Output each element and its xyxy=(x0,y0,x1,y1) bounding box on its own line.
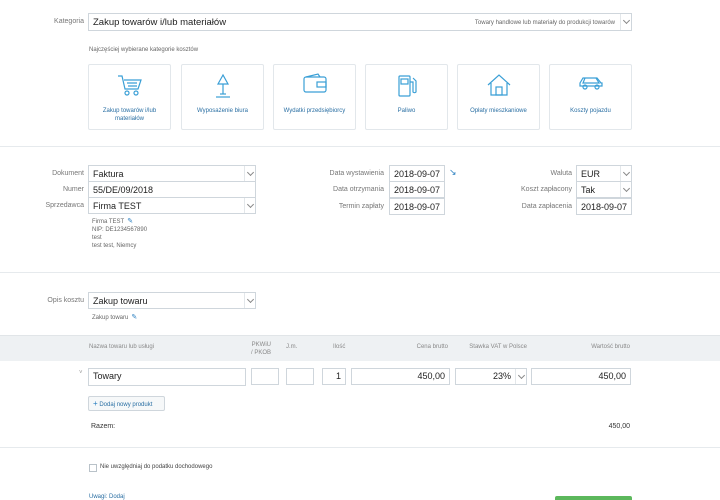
cart-icon xyxy=(117,75,142,96)
chevron-down-icon xyxy=(620,182,631,197)
category-card-goods[interactable]: Zakup towarów i/lub materiałów xyxy=(88,64,171,130)
category-card-fuel[interactable]: Paliwo xyxy=(365,64,448,130)
header-unit: J.m. xyxy=(286,344,298,350)
seller-label: Sprzedawca xyxy=(45,202,84,209)
fuel-pump-icon xyxy=(397,75,417,97)
cost-description-label: Opis kosztu xyxy=(47,297,84,304)
edit-pencil-icon[interactable]: ✎ xyxy=(131,314,137,322)
income-tax-label: Nie uwzględniaj do podatku dochodowego xyxy=(100,464,213,470)
item-gross-value-input[interactable]: 450,00 xyxy=(531,368,631,385)
header-gross-value: Wartość brutto xyxy=(591,344,630,350)
seller-detail-nip: NIP: DE1234567890 xyxy=(92,227,148,233)
recent-categories-heading: Najczęściej wybierane kategorie kosztów xyxy=(89,47,199,53)
currency-label: Waluta xyxy=(550,170,572,177)
due-date-input[interactable]: 2018-09-07 xyxy=(389,198,445,215)
category-hint: Towary handlowe lub materiały do produkc… xyxy=(474,20,615,26)
total-label: Razem: xyxy=(91,423,116,430)
chevron-down-icon xyxy=(244,293,255,308)
chevron-down-icon xyxy=(515,369,526,384)
issue-date-input[interactable]: 2018-09-07 xyxy=(389,165,445,182)
seller-detail-line: test xyxy=(92,235,102,241)
add-product-label: Dodaj nowy produkt xyxy=(99,402,153,408)
total-value: 450,00 xyxy=(608,423,630,430)
category-value: Zakup towarów i/lub materiałów xyxy=(93,17,227,28)
link-arrow-icon[interactable]: ↘ xyxy=(449,167,457,178)
car-icon xyxy=(578,77,603,90)
income-tax-checkbox[interactable] xyxy=(89,464,97,472)
header-pkwiu-line2: / PKOB xyxy=(250,350,271,356)
chevron-down-icon xyxy=(620,166,631,181)
item-vat-select[interactable]: 23% xyxy=(455,368,527,385)
issue-date-label: Data wystawienia xyxy=(329,170,384,177)
category-card-label: Wydatki przedsiębiorcy xyxy=(283,108,346,114)
number-label: Numer xyxy=(62,186,84,193)
section-divider xyxy=(0,272,720,273)
category-card-office[interactable]: Wyposażenie biura xyxy=(181,64,264,130)
item-qty-input[interactable]: 1 xyxy=(322,368,346,385)
category-card-owner-expenses[interactable]: Wydatki przedsiębiorcy xyxy=(273,64,356,130)
category-card-vehicle[interactable]: Koszty pojazdu xyxy=(549,64,632,130)
desk-lamp-icon xyxy=(215,73,230,98)
edit-pencil-icon[interactable]: ✎ xyxy=(127,218,133,226)
currency-value: EUR xyxy=(581,169,601,179)
notes-link[interactable]: Uwagi: Dodaj xyxy=(89,494,125,500)
category-card-label: Opłaty mieszkaniowe xyxy=(470,108,527,114)
row-collapse-toggle[interactable]: ˅ xyxy=(79,370,83,376)
header-vat-rate: Stawka VAT w Polsce xyxy=(469,344,527,350)
chevron-down-icon xyxy=(244,198,255,213)
header-qty: Ilość xyxy=(333,344,346,350)
item-vat-value: 23% xyxy=(492,371,511,381)
currency-select[interactable]: EUR xyxy=(576,165,632,182)
header-pkwiu: PKWiU / PKOB xyxy=(249,341,271,357)
cost-description-select[interactable]: Zakup towaru xyxy=(88,292,256,309)
paid-value: Tak xyxy=(581,185,596,195)
section-divider xyxy=(0,146,720,147)
cost-description-value: Zakup towaru xyxy=(93,296,148,306)
category-label: Kategoria xyxy=(54,18,84,25)
paid-select[interactable]: Tak xyxy=(576,181,632,198)
document-type-select[interactable]: Faktura xyxy=(88,165,256,182)
item-unit-input[interactable] xyxy=(286,368,314,385)
category-card-label: Koszty pojazdu xyxy=(570,108,611,114)
paid-label: Koszt zapłacony xyxy=(521,186,572,193)
cost-description-note-text: Zakup towaru xyxy=(92,315,129,321)
category-card-label: Zakup towarów i/lub materiałów xyxy=(102,108,157,122)
header-gross-price: Cena brutto xyxy=(416,344,448,350)
item-name-value: Towary xyxy=(93,371,122,381)
chevron-down-icon xyxy=(620,14,631,30)
category-card-label: Wyposażenie biura xyxy=(197,108,248,114)
cost-description-note: Zakup towaru ✎ xyxy=(92,314,137,322)
number-input[interactable]: 55/DE/09/2018 xyxy=(88,181,256,198)
document-type-label: Dokument xyxy=(52,170,84,177)
save-button[interactable] xyxy=(555,496,632,500)
header-pkwiu-line1: PKWiU xyxy=(251,342,271,348)
item-pkwiu-input[interactable] xyxy=(251,368,279,385)
received-date-label: Data otrzymania xyxy=(333,186,384,193)
seller-select[interactable]: Firma TEST xyxy=(88,197,256,214)
header-name: Nazwa towaru lub usługi xyxy=(89,344,155,350)
item-name-input[interactable]: Towary xyxy=(88,368,246,386)
paid-date-label: Data zapłacenia xyxy=(521,203,572,210)
wallet-icon xyxy=(302,73,327,93)
section-divider xyxy=(0,447,720,448)
plus-icon: + xyxy=(93,399,98,408)
seller-details: Firma TEST ✎ NIP: DE1234567890 test test … xyxy=(92,218,147,250)
due-date-label: Termin zapłaty xyxy=(338,203,384,210)
category-card-label: Paliwo xyxy=(397,108,416,114)
category-card-housing[interactable]: Opłaty mieszkaniowe xyxy=(457,64,540,130)
paid-date-input[interactable]: 2018-09-07 xyxy=(576,198,632,215)
document-type-value: Faktura xyxy=(93,169,124,179)
seller-detail-name: Firma TEST xyxy=(92,219,125,225)
house-icon xyxy=(487,74,510,96)
received-date-input[interactable]: 2018-09-07 xyxy=(389,181,445,198)
chevron-down-icon xyxy=(244,166,255,181)
seller-value: Firma TEST xyxy=(93,201,142,211)
category-select[interactable]: Zakup towarów i/lub materiałów Towary ha… xyxy=(88,13,632,31)
item-gross-price-input[interactable]: 450,00 xyxy=(351,368,450,385)
seller-detail-address: test test, Niemcy xyxy=(92,243,137,249)
add-product-button[interactable]: + Dodaj nowy produkt xyxy=(88,396,165,411)
